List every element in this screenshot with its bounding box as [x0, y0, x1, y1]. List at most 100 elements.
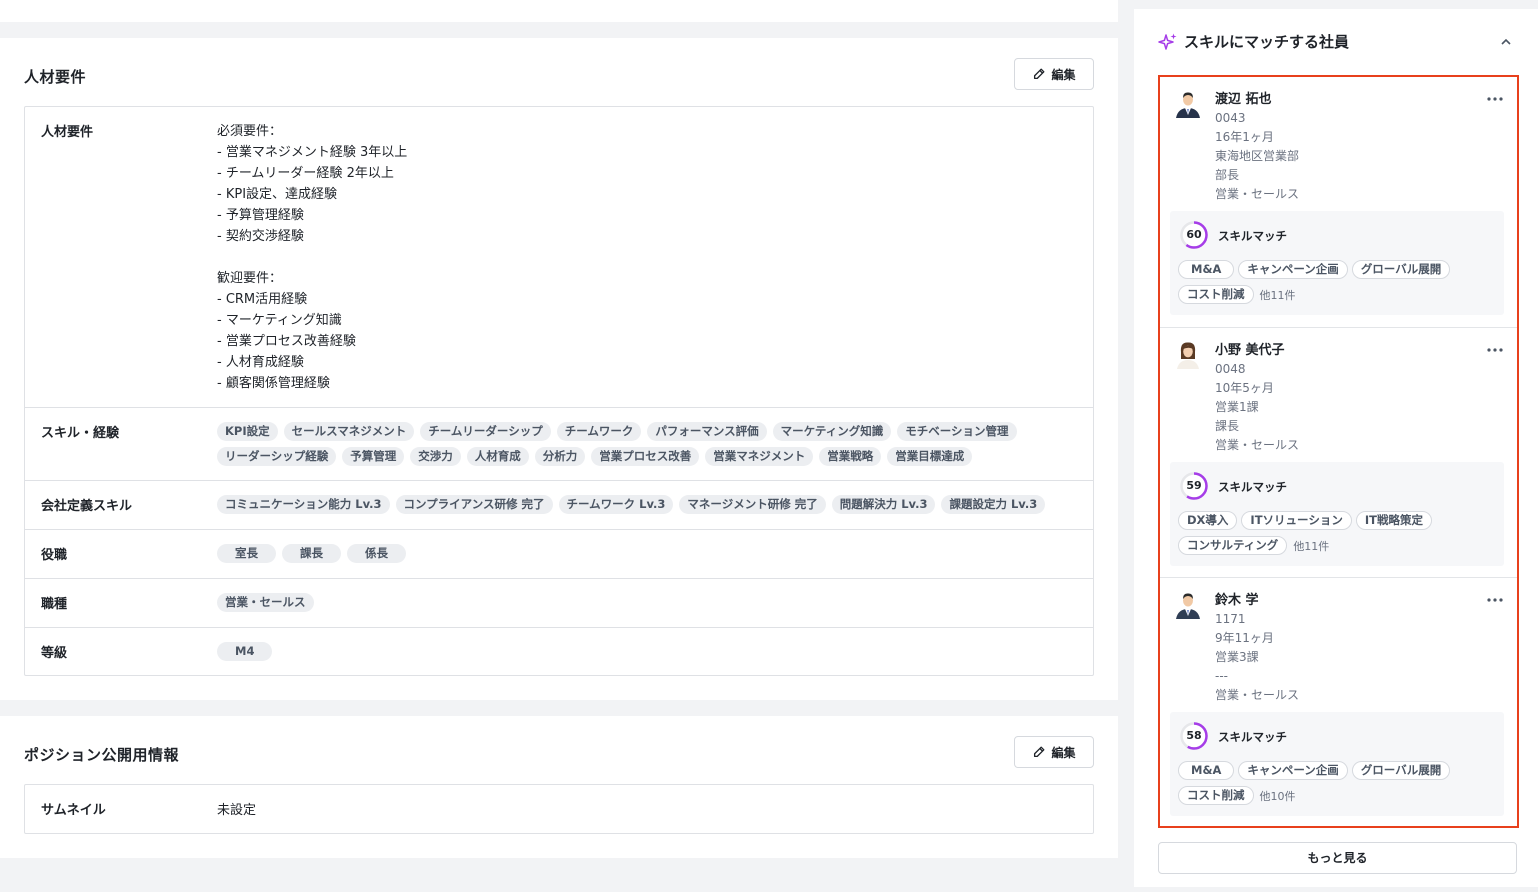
skill-tag: KPI設定 [217, 422, 278, 441]
matched-skill-tag: コスト削減 [1178, 786, 1254, 805]
person-name: 渡辺 拓也 [1215, 92, 1272, 107]
requirements-line: 必須要件： [217, 124, 283, 139]
requirements-line: - 人材育成経験 [217, 355, 304, 370]
employee-id: 0043 [1215, 111, 1246, 125]
skill-match-score: 60 [1186, 228, 1202, 241]
job-title: --- [1215, 669, 1228, 683]
skills-tags: KPI設定 セールスマネジメント チームリーダーシップ チームワーク パフォーマ… [217, 422, 1057, 466]
company-skill-tag: 課題設定力 Lv.3 [941, 495, 1046, 514]
requirements-edit-button[interactable]: 編集 [1014, 58, 1094, 90]
panel-header: スキルにマッチする社員 [1158, 31, 1349, 52]
skill-tag: パフォーマンス評価 [647, 422, 767, 441]
requirements-line [217, 247, 1053, 268]
more-options-icon[interactable] [1487, 97, 1503, 101]
matched-skills: DX導入 ITソリューション IT戦略策定 コンサルティング 他11件 [1178, 511, 1498, 555]
panel-title: スキルにマッチする社員 [1184, 33, 1350, 51]
requirements-line: - 顧客関係管理経験 [217, 376, 330, 391]
matched-skill-tag: グローバル展開 [1351, 761, 1451, 780]
grade-tags: M4 [217, 642, 1057, 661]
requirements-line: 歓迎要件： [217, 271, 283, 286]
more-options-icon[interactable] [1487, 598, 1503, 602]
requirements-row: 人材要件 必須要件： - 営業マネジメント経験 3年以上 - チームリーダー経験… [25, 107, 1093, 407]
grade-tag: M4 [217, 642, 273, 661]
job-type: 営業・セールス [1215, 187, 1300, 201]
requirements-line: - CRM活用経験 [217, 292, 308, 307]
position-tag: 係長 [347, 544, 406, 563]
skill-tag: 営業マネジメント [705, 447, 814, 466]
matched-skills: M&A キャンペーン企画 グローバル展開 コスト削減 他11件 [1178, 260, 1498, 304]
company-skill-tag: チームワーク Lv.3 [558, 495, 674, 514]
skill-match-score: 58 [1186, 729, 1202, 742]
row-label: 役職 [41, 548, 68, 563]
requirements-card-title: 人材要件 [24, 68, 87, 86]
position-info-card: ポジション公開用情報 編集 サムネイル 未設定 [0, 716, 1118, 858]
show-more-button[interactable]: もっと見る [1158, 842, 1517, 874]
department: 営業3課 [1215, 650, 1259, 664]
job-type-tag: 営業・セールス [217, 593, 314, 612]
person-card[interactable]: 渡辺 拓也 0043 16年1ヶ月 東海地区営業部 部長 営業・セールス 60 … [1160, 77, 1517, 327]
skill-tag: モチベーション管理 [897, 422, 1017, 441]
person-card[interactable]: 小野 美代子 0048 10年5ヶ月 営業1課 課長 営業・セールス 59 スキ… [1160, 327, 1517, 577]
job-title: 部長 [1215, 168, 1240, 182]
matched-skill-tag: グローバル展開 [1351, 260, 1451, 279]
company-skills-tags: コミュニケーション能力 Lv.3 コンプライアンス研修 完了 チームワーク Lv… [217, 495, 1077, 514]
requirements-line: - 営業プロセス改善経験 [217, 334, 356, 349]
sparkle-icon [1158, 33, 1177, 50]
skill-match-label: スキルマッチ [1218, 730, 1287, 744]
employee-id: 1171 [1215, 612, 1246, 626]
skill-tag: 営業目標達成 [887, 447, 973, 466]
person-info: 0043 16年1ヶ月 東海地区営業部 部長 営業・セールス [1215, 109, 1299, 204]
matched-skill-tag: コンサルティング [1178, 536, 1288, 555]
skill-match-label: スキルマッチ [1218, 229, 1287, 243]
person-name: 鈴木 学 [1215, 593, 1259, 608]
matched-skills: M&A キャンペーン企画 グローバル展開 コスト削減 他10件 [1178, 761, 1498, 805]
thumbnail-row: サムネイル 未設定 [25, 785, 1093, 833]
position-tag: 室長 [217, 544, 276, 563]
edit-label: 編集 [1051, 67, 1076, 82]
company-skill-tag: コミュニケーション能力 Lv.3 [217, 495, 390, 514]
job-title: 課長 [1215, 419, 1240, 433]
row-label: 人材要件 [41, 125, 94, 140]
tenure: 16年1ヶ月 [1215, 130, 1274, 144]
matched-skill-tag: M&A [1178, 260, 1235, 279]
position-tag: 課長 [282, 544, 341, 563]
position-table: サムネイル 未設定 [24, 784, 1094, 834]
job-type: 営業・セールス [1215, 438, 1300, 452]
thumbnail-value: 未設定 [217, 803, 257, 818]
skill-tag: マーケティング知識 [772, 422, 892, 441]
department: 東海地区営業部 [1215, 149, 1300, 163]
avatar-male-icon [1172, 588, 1204, 620]
more-options-icon[interactable] [1487, 348, 1503, 352]
skill-match-box: 59 スキルマッチ DX導入 ITソリューション IT戦略策定 コンサルティング… [1170, 462, 1504, 566]
skill-match-box: 60 スキルマッチ M&A キャンペーン企画 グローバル展開 コスト削減 他11… [1170, 211, 1504, 315]
requirements-table: 人材要件 必須要件： - 営業マネジメント経験 3年以上 - チームリーダー経験… [24, 106, 1094, 676]
requirements-line: - 営業マネジメント経験 3年以上 [217, 145, 408, 160]
skill-tag: 分析力 [534, 447, 586, 466]
position-tags: 室長 課長 係長 [217, 544, 1057, 563]
chevron-up-icon[interactable] [1500, 36, 1512, 48]
matched-skill-tag: コスト削減 [1178, 285, 1254, 304]
thumbnail-label: サムネイル [41, 803, 106, 818]
person-card[interactable]: 鈴木 学 1171 9年11ヶ月 営業3課 --- 営業・セールス 58 スキル… [1160, 577, 1517, 827]
department: 営業1課 [1215, 400, 1259, 414]
edit-label: 編集 [1051, 745, 1076, 760]
company-skills-row: 会社定義スキル コミュニケーション能力 Lv.3 コンプライアンス研修 完了 チ… [25, 480, 1093, 529]
skills-row: スキル・経験 KPI設定 セールスマネジメント チームリーダーシップ チームワー… [25, 407, 1093, 480]
row-label: 等級 [41, 646, 68, 661]
avatar-male-icon [1172, 87, 1204, 119]
avatar-female-icon [1172, 338, 1204, 370]
person-info: 1171 9年11ヶ月 営業3課 --- 営業・セールス [1215, 610, 1299, 705]
requirements-line: - KPI設定、達成経験 [217, 187, 338, 202]
grade-row: 等級 M4 [25, 627, 1093, 675]
skill-tag: 人材育成 [466, 447, 529, 466]
pencil-icon [1034, 746, 1045, 758]
skill-tag: 交渉力 [410, 447, 461, 466]
position-card-title: ポジション公開用情報 [24, 746, 180, 764]
other-skills-count: 他11件 [1259, 288, 1296, 302]
requirements-card: 人材要件 編集 人材要件 必須要件： - 営業マネジメント経験 3年以上 - チ… [0, 38, 1118, 700]
requirements-line: - 契約交渉経験 [217, 229, 304, 244]
matched-skill-tag: キャンペーン企画 [1238, 260, 1348, 279]
other-skills-count: 他11件 [1293, 539, 1330, 553]
requirements-line: - マーケティング知識 [217, 313, 342, 328]
position-edit-button[interactable]: 編集 [1014, 736, 1094, 768]
